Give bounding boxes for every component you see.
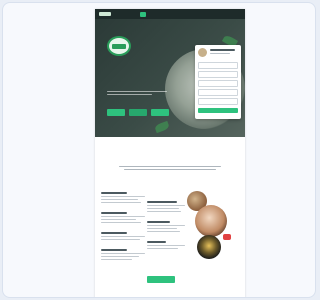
section-subtitle: [119, 166, 221, 172]
red-tag: [223, 234, 231, 240]
form-field-4[interactable]: [198, 89, 238, 96]
hero-button-3[interactable]: [151, 109, 169, 116]
nav-cta-button[interactable]: [140, 11, 146, 17]
avatar: [198, 48, 207, 57]
top-nav: [95, 9, 245, 19]
form-field-3[interactable]: [198, 80, 238, 87]
content-block: [101, 249, 145, 261]
content-block: [147, 201, 185, 213]
form-header: [195, 45, 241, 60]
form-field-5[interactable]: [198, 98, 238, 105]
people-photo: [195, 205, 227, 237]
webpage-screenshot: [95, 9, 245, 298]
dish-photo: [197, 235, 221, 259]
left-column: [101, 192, 145, 269]
form-field-2[interactable]: [198, 71, 238, 78]
cta-button[interactable]: [147, 276, 175, 283]
content-block: [147, 241, 185, 250]
footer-strip: [95, 297, 245, 298]
signup-form-card: [195, 45, 241, 119]
content-block: [101, 232, 145, 241]
hero-subtitle: [107, 91, 167, 99]
middle-column: [147, 201, 185, 258]
hero-button-2[interactable]: [129, 109, 147, 116]
hero-buttons: [107, 109, 169, 116]
form-field-1[interactable]: [198, 62, 238, 69]
hero-button-1[interactable]: [107, 109, 125, 116]
content-block: [101, 192, 145, 204]
content-block: [101, 212, 145, 224]
form-submit-button[interactable]: [198, 108, 238, 113]
content-block: [147, 221, 185, 233]
hero-section: [95, 19, 245, 137]
award-badge: [107, 36, 131, 56]
site-logo[interactable]: [99, 12, 111, 16]
browser-card: [2, 2, 316, 298]
leaf-decoration: [154, 120, 170, 134]
award-badge-ribbon: [112, 43, 126, 49]
